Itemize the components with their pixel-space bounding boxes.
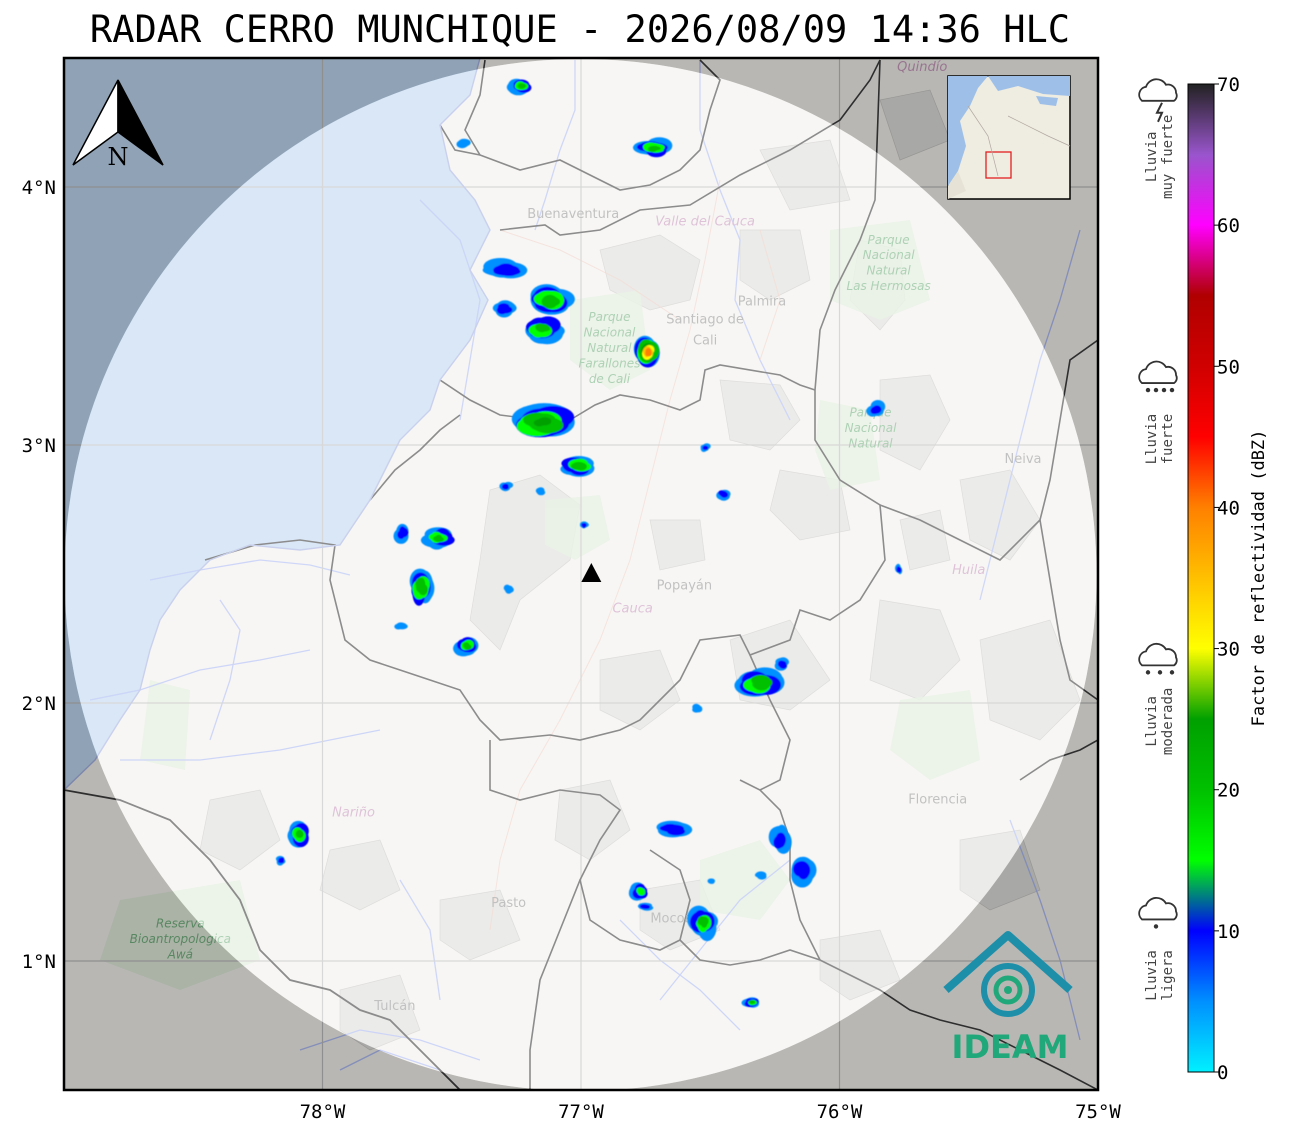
colorbar: 0 10 20 30 40 50 60 70 Factor de reflectividad … [1187, 74, 1269, 1084]
radar-echo-cell [545, 298, 555, 305]
colorbar-tick-label: 40 [1217, 497, 1240, 519]
radar-echo-cell [779, 662, 787, 669]
colorbar-gradient [1187, 83, 1215, 1073]
intensity-legend-item: Lluvia muy fuerte [1138, 78, 1178, 199]
radar-echo-cell [459, 139, 468, 148]
radar-echo-cell [576, 463, 584, 468]
radar-echo-cell [537, 487, 544, 493]
lon-tick-label: 78°W [300, 1101, 346, 1123]
rain-drop [1161, 387, 1167, 393]
colorbar-ticks: 0 10 20 30 40 50 60 70 [1214, 74, 1240, 1084]
radar-echo-cell [757, 679, 768, 686]
radar-echo-cell [518, 85, 525, 89]
rain-drop [1169, 387, 1175, 393]
longitude-ticks: 78°W 77°W 76°W 75°W [300, 1101, 1122, 1123]
radar-echo-cell [493, 265, 514, 276]
radar-echo-cell [278, 857, 284, 862]
radar-echo-cell [702, 446, 707, 450]
map-panel[interactable]: Santiago deCaliPalmiraBuenaventuraPopayá… [0, 0, 1309, 1137]
intensity-label-line2: fuerte [1160, 414, 1176, 465]
intensity-legend-item: Lluvia fuerte [1138, 360, 1178, 465]
radar-echo-cell [662, 823, 679, 833]
radar-echo-cell [709, 879, 715, 884]
rain-drop [1145, 670, 1151, 675]
colorbar-tick-label: 20 [1217, 780, 1240, 802]
colorbar-tick-label: 60 [1217, 215, 1240, 237]
cloud-shape [1138, 642, 1178, 667]
intensity-label-line1: Lluvia [1144, 950, 1160, 1001]
intensity-label-line1: Lluvia [1144, 132, 1160, 183]
radar-echo-cell [503, 584, 511, 592]
radar-echo-cell [533, 419, 545, 427]
radar-echo-cell [496, 306, 507, 314]
rain-drop [1169, 670, 1175, 675]
lon-tick-label: 77°W [558, 1101, 604, 1123]
radar-echo-cell [777, 833, 786, 846]
intensity-label-line1: Lluvia [1144, 414, 1160, 465]
radar-echo-cell [639, 904, 649, 908]
intensity-label-line1: Lluvia [1144, 696, 1160, 747]
radar-echo-cell [636, 887, 644, 894]
radar-echo-cell [418, 582, 424, 590]
lat-tick-label: 1°N [22, 951, 56, 973]
ideam-logo-text: IDEAM [952, 1028, 1069, 1066]
intensity-label-line2: ligera [1160, 950, 1176, 1001]
radar-echo-cell [464, 644, 472, 650]
radar-figure: Santiago deCaliPalmiraBuenaventuraPopayá… [0, 0, 1309, 1137]
colorbar-tick-label: 0 [1217, 1062, 1228, 1084]
radar-echo-cell [719, 491, 725, 497]
intensity-legend-item: Lluvia ligera [1138, 897, 1178, 1001]
radar-echo-cell [692, 706, 701, 713]
radar-echo-cell [896, 567, 900, 573]
intensity-legend: Lluvia muy fuerteLluvia fuerteLluvia modera… [1138, 78, 1178, 1001]
cloud-shape [1138, 897, 1178, 921]
radar-echo-cell [647, 350, 650, 354]
inset-map[interactable] [947, 75, 1071, 200]
light-rain-cloud-icon [1138, 897, 1178, 929]
colorbar-tick-label: 70 [1217, 74, 1240, 96]
lon-tick-label: 76°W [817, 1101, 863, 1123]
colorbar-tick-label: 10 [1217, 921, 1240, 943]
colorbar-tick-label: 50 [1217, 356, 1240, 378]
radar-echo-cell [757, 873, 767, 880]
cloud-shape [1138, 360, 1178, 384]
rain-drop [1153, 387, 1159, 393]
radar-echo-cell [750, 1001, 755, 1004]
intensity-label-line2: moderada [1160, 688, 1176, 755]
lon-tick-label: 75°W [1075, 1101, 1121, 1123]
radar-echo-cell [502, 484, 508, 488]
north-arrow-label: N [108, 143, 129, 171]
latitude-ticks: 4°N 3°N 2°N 1°N [22, 177, 56, 973]
radar-echo-cell [399, 526, 406, 537]
rain-drop [1145, 387, 1151, 393]
colorbar-label: Factor de reflectividad (dBZ) [1249, 430, 1269, 727]
lat-tick-label: 2°N [22, 693, 56, 715]
radar-echo-cell [697, 917, 707, 925]
lat-tick-label: 4°N [22, 177, 56, 199]
radar-coverage-circle [64, 59, 1097, 1090]
radar-echo-cell [538, 325, 551, 332]
radar-echo-cell [296, 829, 303, 836]
colorbar-tick-label: 30 [1217, 639, 1240, 661]
radar-echo-cell [794, 861, 810, 876]
heavy-rain-cloud-icon [1138, 360, 1178, 393]
lat-tick-label: 3°N [22, 435, 56, 457]
radar-echo-cell [394, 623, 403, 630]
radar-echo-cell [648, 146, 660, 151]
radar-echo-cell [434, 536, 444, 542]
radar-echo-cell [581, 523, 587, 527]
rain-drop [1153, 924, 1159, 929]
radar-echo-cell [872, 406, 881, 414]
intensity-legend-item: Lluvia moderada [1138, 642, 1178, 755]
rain-drop [1157, 670, 1163, 675]
cloud-shape [1138, 78, 1178, 102]
moderate-rain-cloud-icon [1138, 642, 1178, 675]
intensity-label-line2: muy fuerte [1160, 115, 1176, 199]
